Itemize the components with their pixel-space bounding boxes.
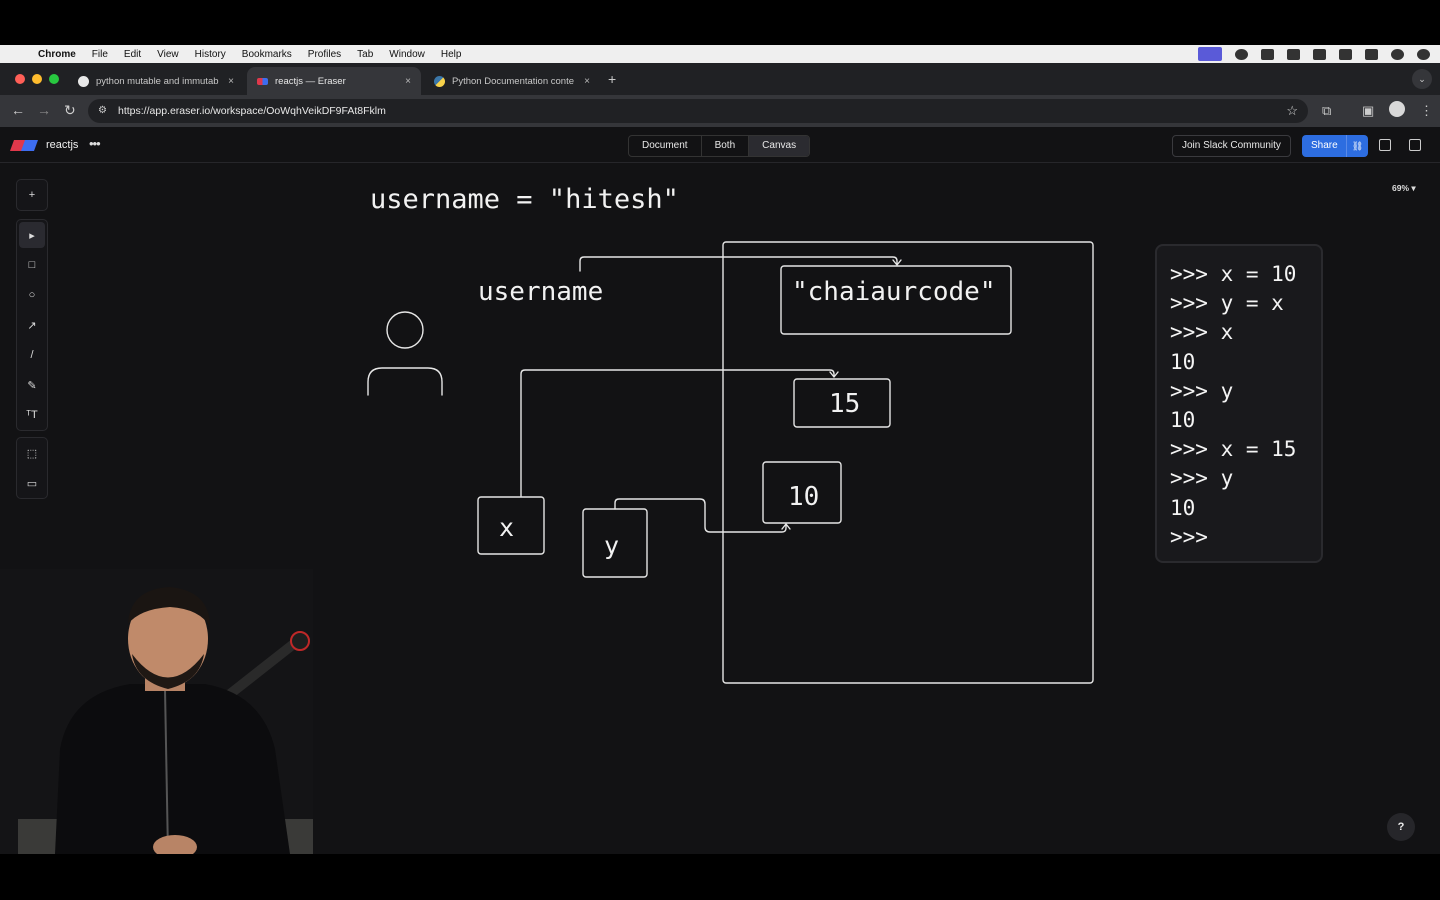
- menu-file[interactable]: File: [92, 49, 108, 60]
- menu-edit[interactable]: Edit: [124, 49, 141, 60]
- forward-icon[interactable]: →: [37, 102, 51, 118]
- string-value-text[interactable]: "chaiaurcode": [792, 277, 996, 307]
- python-icon: [434, 75, 445, 87]
- code-heading[interactable]: username = "hitesh": [370, 184, 679, 215]
- variable-label-username[interactable]: username: [478, 277, 603, 307]
- window-controls: [15, 74, 59, 84]
- close-tab-icon[interactable]: ×: [228, 76, 234, 87]
- repl-line: 10: [1170, 408, 1196, 433]
- siri-icon[interactable]: [1391, 48, 1404, 60]
- reload-icon[interactable]: ↻: [64, 102, 76, 119]
- repl-line: >>> y: [1170, 466, 1234, 491]
- browser-tab-google[interactable]: python mutable and immutab ×: [68, 67, 244, 95]
- address-bar[interactable]: ⚙ https://app.eraser.io/workspace/OoWqhV…: [88, 99, 1308, 123]
- close-window-icon[interactable]: [15, 74, 25, 84]
- browser-tab-eraser[interactable]: reactjs — Eraser ×: [247, 67, 421, 95]
- status-icons: [1198, 45, 1430, 63]
- help-button[interactable]: ?: [1387, 813, 1415, 841]
- repl-line: >>> y: [1170, 378, 1234, 403]
- bookmark-star-icon[interactable]: ☆: [1286, 103, 1298, 119]
- macos-menu-bar: Chrome File Edit View History Bookmarks …: [0, 45, 1440, 63]
- python-repl-panel[interactable]: >>> x = 10 >>> y = x >>> x 10 >>> y 10 >…: [1155, 244, 1323, 563]
- menu-window[interactable]: Window: [389, 49, 425, 60]
- var-y-text[interactable]: y: [604, 531, 619, 560]
- value-10-text[interactable]: 10: [788, 482, 819, 512]
- repl-line: >>> y = x: [1170, 291, 1284, 316]
- webcam-overlay: [0, 569, 313, 854]
- back-icon[interactable]: ←: [11, 102, 25, 118]
- var-x-text[interactable]: x: [499, 513, 514, 542]
- close-tab-icon[interactable]: ×: [584, 76, 590, 87]
- clock-icon[interactable]: [1417, 48, 1430, 60]
- person-body-icon: [367, 367, 443, 396]
- presenter-video: [0, 569, 313, 854]
- side-panel-icon[interactable]: ▣: [1362, 103, 1374, 119]
- site-info-icon[interactable]: ⚙: [98, 105, 107, 116]
- chrome-menu-icon[interactable]: ⋮: [1420, 103, 1433, 119]
- wifi-icon[interactable]: [1339, 48, 1352, 60]
- menu-view[interactable]: View: [157, 49, 179, 60]
- close-tab-icon[interactable]: ×: [405, 76, 411, 87]
- arrow-username-to-string[interactable]: [579, 256, 898, 272]
- menu-help[interactable]: Help: [441, 49, 462, 60]
- extensions-icon[interactable]: ⧉: [1322, 103, 1331, 119]
- eraser-icon: [257, 77, 268, 85]
- grid-icon[interactable]: [1261, 48, 1274, 60]
- profile-avatar[interactable]: [1389, 101, 1405, 117]
- repl-line: >>> x: [1170, 320, 1234, 345]
- tab-search-icon[interactable]: ⌄: [1412, 69, 1432, 89]
- arrow-x-to-15[interactable]: [520, 369, 835, 497]
- bluetooth-icon[interactable]: [1287, 48, 1300, 60]
- maximize-window-icon[interactable]: [49, 74, 59, 84]
- url-text: https://app.eraser.io/workspace/OoWqhVei…: [118, 105, 386, 117]
- screen-record-icon[interactable]: [1198, 47, 1222, 61]
- new-tab-button[interactable]: +: [608, 71, 616, 87]
- display-icon[interactable]: [1313, 48, 1326, 60]
- menu-history[interactable]: History: [195, 49, 226, 60]
- browser-tab-python-docs[interactable]: Python Documentation conte ×: [424, 67, 600, 95]
- minimize-window-icon[interactable]: [32, 74, 42, 84]
- repl-line: 10: [1170, 349, 1196, 374]
- repl-line: 10: [1170, 495, 1196, 520]
- repl-line: >>>: [1170, 524, 1208, 549]
- repl-line: >>> x = 10: [1170, 262, 1297, 286]
- menu-profiles[interactable]: Profiles: [308, 49, 341, 60]
- menu-tab[interactable]: Tab: [357, 49, 373, 60]
- person-head-icon: [386, 311, 424, 349]
- menu-bookmarks[interactable]: Bookmarks: [242, 49, 292, 60]
- control-center-icon[interactable]: [1365, 48, 1378, 60]
- menu-chrome[interactable]: Chrome: [38, 49, 76, 60]
- arrow-y-to-10[interactable]: [614, 498, 787, 533]
- browser-tab-strip: python mutable and immutab × reactjs — E…: [0, 63, 1440, 95]
- value-15-text[interactable]: 15: [829, 389, 860, 419]
- repl-line: >>> x = 15: [1170, 437, 1297, 462]
- browser-toolbar: ← → ↻ ⚙ https://app.eraser.io/workspace/…: [0, 95, 1440, 127]
- camera-icon[interactable]: [1235, 48, 1248, 60]
- google-icon: [78, 75, 89, 87]
